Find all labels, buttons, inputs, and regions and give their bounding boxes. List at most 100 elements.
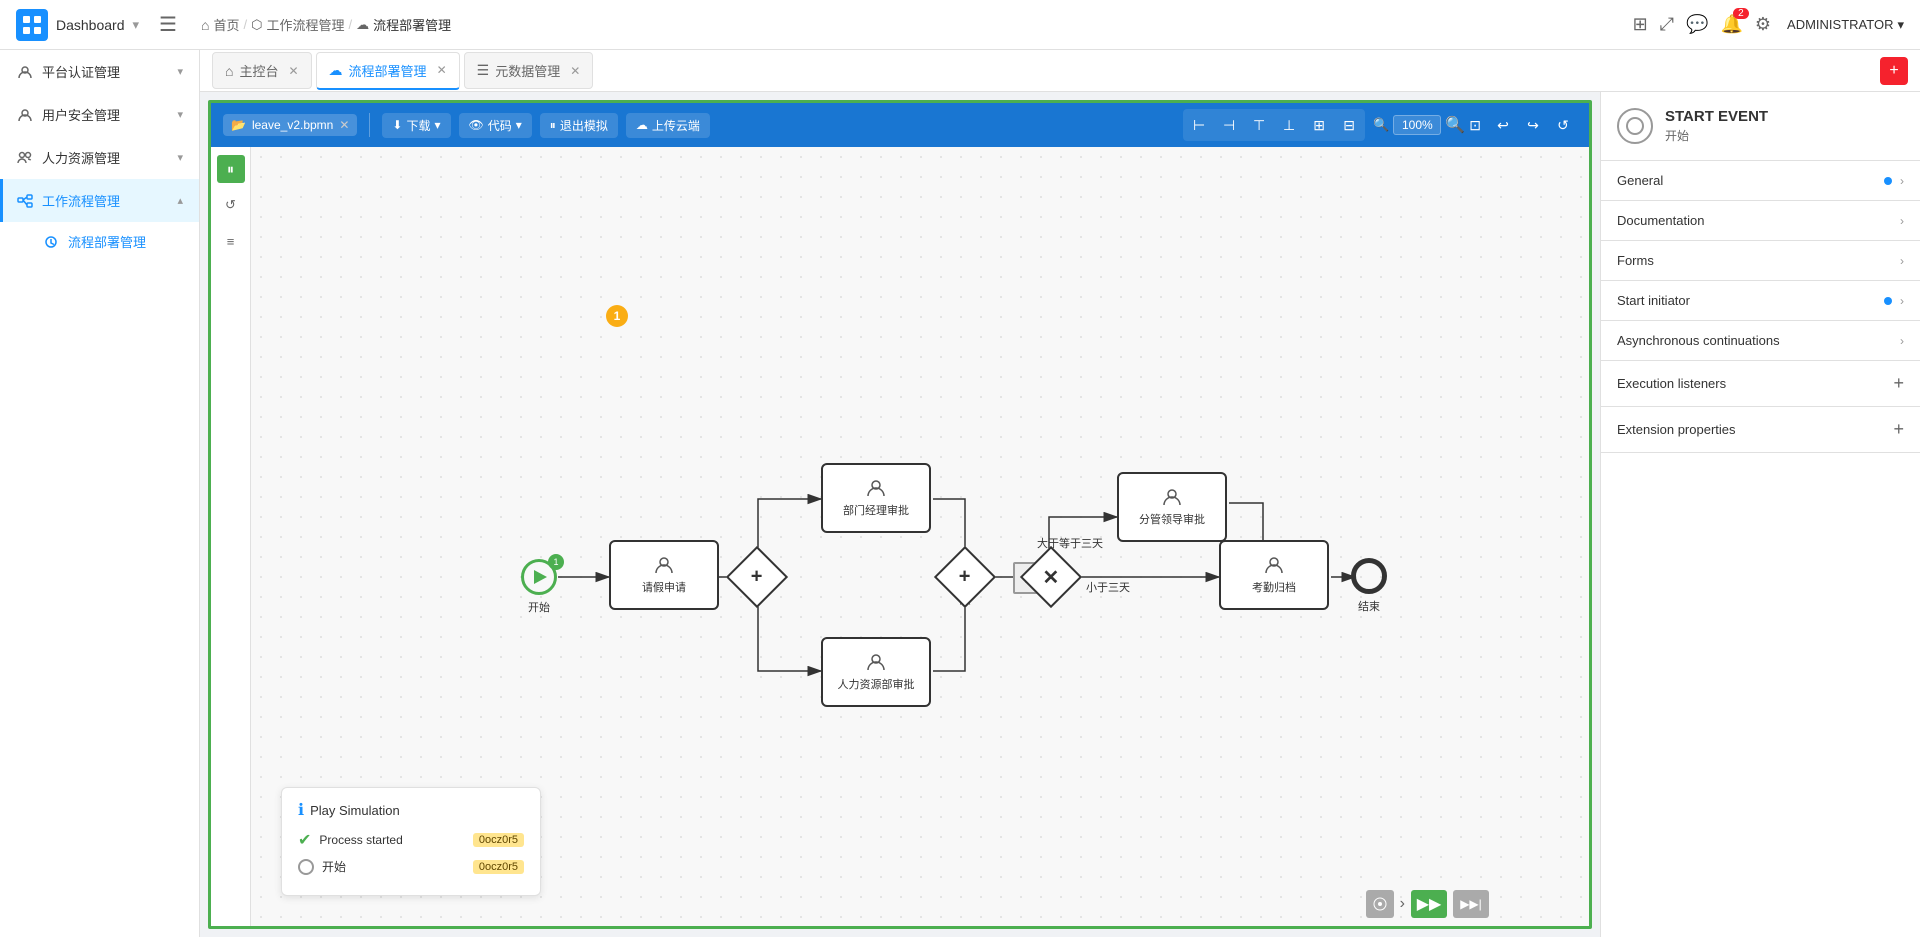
expand-icon[interactable]: ⤢ [1660, 14, 1674, 35]
chat-icon[interactable]: 💬 [1686, 14, 1708, 35]
breadcrumb-workflow[interactable]: 工作流程管理 [266, 15, 344, 34]
sim-check-icon: ✔ [298, 830, 311, 850]
notification-badge: 2 [1733, 8, 1749, 19]
top-nav-right: ⊞ ⤢ 💬 🔔 2 ⚙ ADMINISTRATOR ▾ [1633, 14, 1904, 35]
grid-icon[interactable]: ⊞ [1633, 14, 1648, 35]
ext-props-label: Extension properties [1617, 422, 1736, 437]
sidebar-item-workflow[interactable]: 工作流程管理 ▴ [0, 179, 199, 222]
panel-section-start-initiator-header[interactable]: Start initiator › [1601, 281, 1920, 320]
tab-process-label: 流程部署管理 [349, 61, 427, 80]
sidebar-item-hr[interactable]: 人力资源管理 ▾ [0, 136, 199, 179]
breadcrumb-home[interactable]: 首页 [213, 15, 239, 34]
breadcrumb-current: 流程部署管理 [373, 15, 451, 34]
tab-metadata-close[interactable]: ✕ [570, 64, 580, 78]
exec-listeners-label: Execution listeners [1617, 376, 1726, 391]
toolbar-exit-sim-btn[interactable]: ⏸ 退出模拟 [540, 113, 618, 138]
end-event[interactable]: 结束 [1351, 558, 1387, 614]
sim-nav-icon[interactable] [1366, 890, 1394, 918]
tab-process-deploy[interactable]: ☁ 流程部署管理 ✕ [316, 52, 460, 90]
sidebar-item-platform-auth[interactable]: 平台认证管理 ▾ [0, 50, 199, 93]
start-event[interactable]: 1 开始 [521, 559, 557, 615]
task-leader-approval[interactable]: 分管领导审批 [1117, 472, 1227, 542]
toolbar-file-close[interactable]: ✕ [339, 118, 349, 132]
bpmn-canvas[interactable]: 1 [251, 147, 1589, 926]
panel-section-start-initiator: Start initiator › [1601, 281, 1920, 321]
toolbar-file[interactable]: 📂 leave_v2.bpmn ✕ [223, 114, 357, 136]
sim-row-1: 开始 0ocz0r5 [298, 858, 524, 875]
right-panel-subtitle: 开始 [1665, 127, 1768, 144]
task-attendance[interactable]: 考勤归档 [1219, 540, 1329, 610]
task-manager-approval[interactable]: 部门经理审批 [821, 463, 931, 533]
panel-section-async-header[interactable]: Asynchronous continuations › [1601, 321, 1920, 360]
task-leave-apply[interactable]: 请假申请 [609, 540, 719, 610]
right-panel-header: START EVENT 开始 [1601, 92, 1920, 161]
tabs-add-button[interactable]: + [1880, 57, 1908, 85]
align-top-btn[interactable]: ⊤ [1245, 111, 1273, 139]
settings-icon[interactable]: ⚙ [1755, 14, 1771, 35]
pause-icon: ⏸ [550, 118, 556, 133]
exit-sim-label: 退出模拟 [560, 117, 608, 134]
sim-row-1-badge: 0ocz0r5 [473, 860, 524, 874]
toolbar-upload-btn[interactable]: ☁ 上传云端 [626, 113, 710, 138]
tab-home[interactable]: ⌂ 主控台 ✕ [212, 52, 312, 89]
gateway-exclusive-diamond[interactable]: ✕ [1029, 555, 1073, 599]
zoom-input[interactable] [1393, 115, 1441, 135]
panel-section-general-header[interactable]: General › [1601, 161, 1920, 200]
sidebar-item-user-security[interactable]: 用户安全管理 ▾ [0, 93, 199, 136]
redo-btn[interactable]: ↪ [1519, 111, 1547, 139]
tab-home-close[interactable]: ✕ [288, 64, 298, 78]
sidebar-sub: 流程部署管理 [0, 222, 199, 261]
left-toolbar: ⏸ ↺ ≡ [211, 147, 251, 926]
tab-process-close[interactable]: ✕ [437, 63, 447, 77]
start-initiator-arrow: › [1900, 294, 1904, 308]
gateway-parallel-1[interactable]: + [735, 555, 779, 599]
user-info[interactable]: ADMINISTRATOR ▾ [1787, 17, 1904, 33]
left-tool-loop[interactable]: ↺ [217, 191, 245, 219]
undo-btn[interactable]: ↩ [1489, 111, 1517, 139]
hr-icon [16, 149, 34, 167]
exec-listeners-add[interactable]: + [1893, 373, 1904, 394]
sim-row-0-badge: 0ocz0r5 [473, 833, 524, 847]
sim-nav-prev[interactable]: › [1400, 895, 1405, 913]
tab-metadata[interactable]: ☰ 元数据管理 ✕ [464, 52, 594, 89]
sidebar-sub-item-process[interactable]: 流程部署管理 [42, 222, 199, 261]
tabs-action: + [1880, 57, 1908, 85]
panel-section-forms-header[interactable]: Forms › [1601, 241, 1920, 280]
panel-section-exec-header[interactable]: Execution listeners + [1601, 361, 1920, 406]
notification-icon[interactable]: 🔔 2 [1720, 14, 1742, 35]
user-dropdown-arrow: ▾ [1897, 17, 1904, 33]
task-leader-label: 分管领导审批 [1139, 511, 1205, 527]
username: ADMINISTRATOR [1787, 17, 1893, 32]
right-panel-title-area: START EVENT 开始 [1665, 108, 1768, 144]
hr-arrow: ▾ [177, 151, 183, 164]
task-hr-approval[interactable]: 人力资源部审批 [821, 637, 931, 707]
panel-section-ext-header[interactable]: Extension properties + [1601, 407, 1920, 452]
toolbar-download-btn[interactable]: ⬇ 下载 ▾ [382, 113, 450, 138]
zoom-in-btn[interactable]: 🔍 [1445, 115, 1465, 135]
ext-props-add[interactable]: + [1893, 419, 1904, 440]
left-tool-pause[interactable]: ⏸ [217, 155, 245, 183]
toolbar-code-btn[interactable]: 👁 代码 ▾ [459, 113, 532, 138]
task-leave-apply-label: 请假申请 [642, 579, 686, 595]
sim-nav-play[interactable]: ▶▶ [1411, 890, 1447, 918]
platform-auth-icon [16, 63, 34, 81]
align-bottom-btn[interactable]: ⊥ [1275, 111, 1303, 139]
panel-section-async: Asynchronous continuations › [1601, 321, 1920, 361]
sim-row-0-text: Process started [319, 833, 402, 847]
zoom-fit-btn[interactable]: ⊡ [1469, 117, 1481, 134]
refresh-btn[interactable]: ↺ [1549, 111, 1577, 139]
align-center-btn[interactable]: ⊣ [1215, 111, 1243, 139]
left-tool-list[interactable]: ≡ [217, 227, 245, 255]
sim-nav-end[interactable]: ▶▶| [1453, 890, 1489, 918]
align-vcenter-btn[interactable]: ⊟ [1335, 111, 1363, 139]
align-hcenter-btn[interactable]: ⊞ [1305, 111, 1333, 139]
align-left-btn[interactable]: ⊢ [1185, 111, 1213, 139]
gateway-parallel-2[interactable]: + [943, 555, 987, 599]
upload-label: 上传云端 [652, 117, 700, 134]
toolbar-sep-1 [369, 113, 370, 137]
general-label: General [1617, 173, 1663, 188]
panel-section-documentation-header[interactable]: Documentation › [1601, 201, 1920, 240]
hamburger-icon[interactable]: ☰ [159, 12, 177, 37]
start-event-label: 开始 [521, 599, 557, 615]
process-deploy-label: 流程部署管理 [68, 232, 183, 251]
